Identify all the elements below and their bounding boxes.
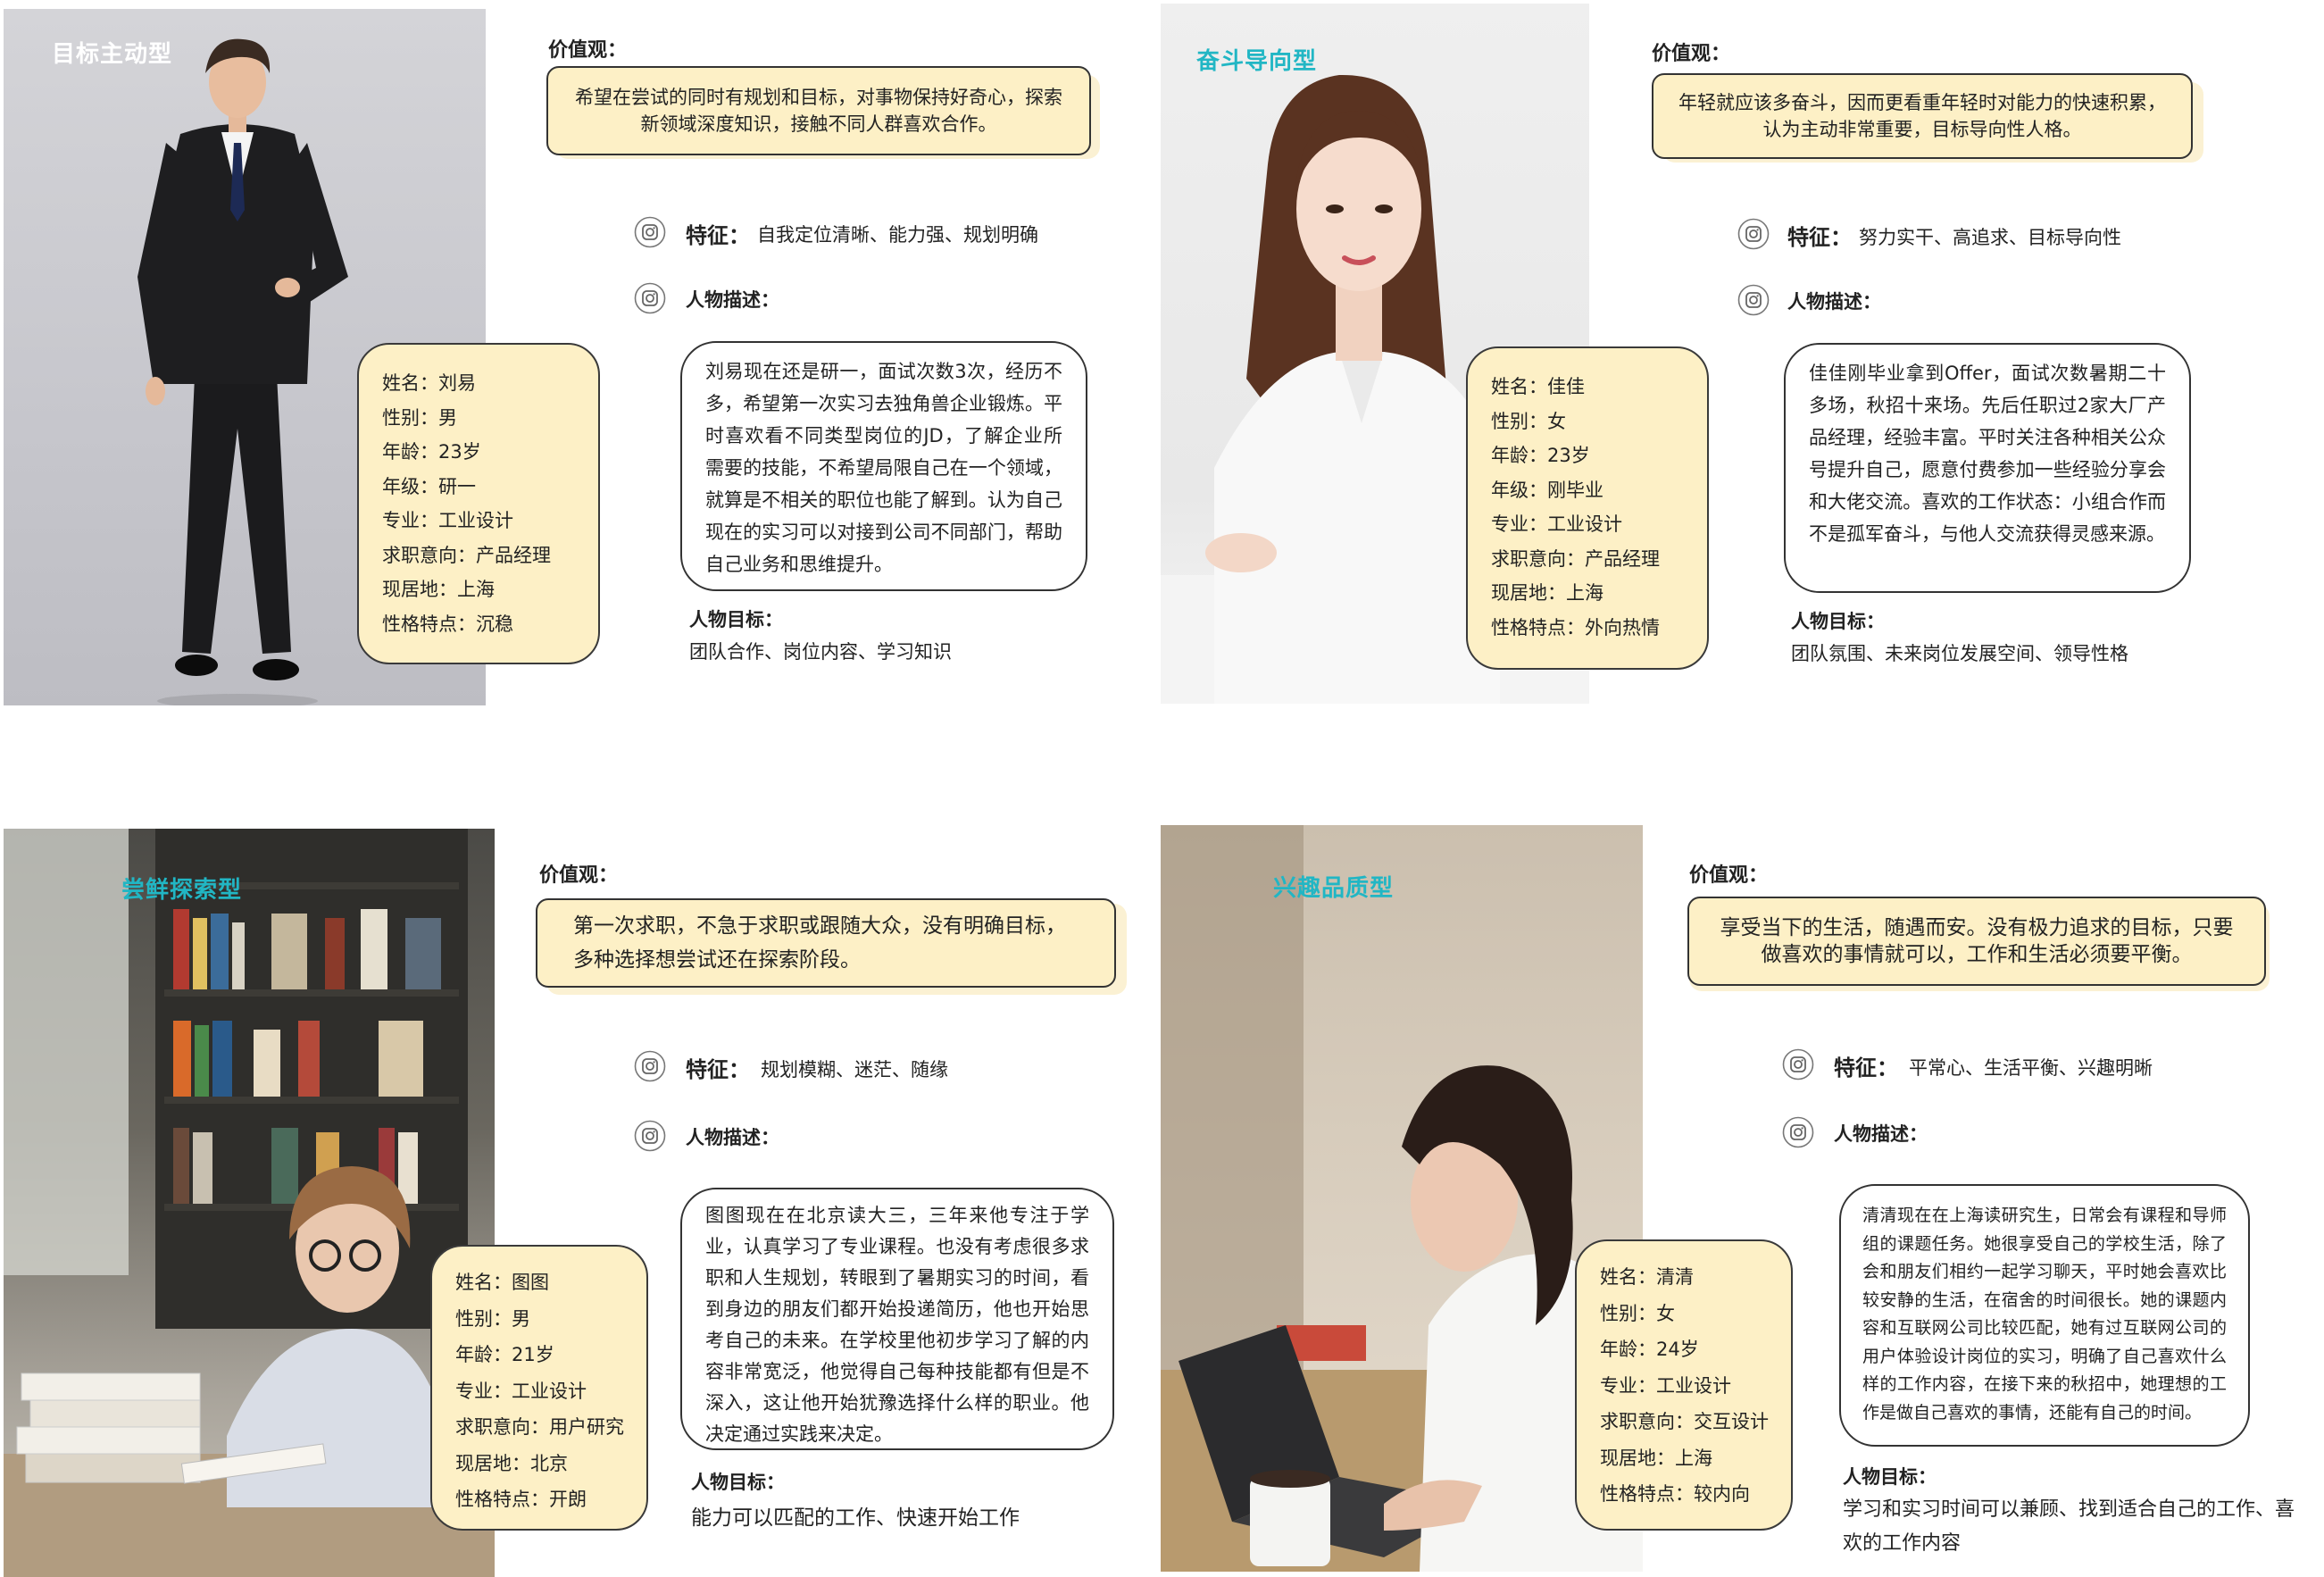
description-box: 刘易现在还是研一，面试次数3次，经历不多，希望第一次实习去独角兽企业锻炼。平时喜…	[680, 341, 1087, 591]
description-title: 人物描述：	[686, 1127, 779, 1148]
values-text: 第一次求职，不急于求职或跟随大众，没有明确目标，多种选择想尝试还在探索阶段。	[573, 914, 1066, 972]
info-line: 求职意向：产品经理	[1491, 547, 1660, 570]
persona-card-2: 奋斗导向型 姓名：佳佳 性别：女 年龄：23岁 年级：刚毕业 专业：工业设计 求…	[1161, 0, 2324, 714]
info-line: 性别：女	[1491, 410, 1566, 432]
values-box: 年轻就应该多奋斗，因而更看重年轻时对能力的快速积累，认为主动非常重要，目标导向性…	[1652, 73, 2193, 159]
info-line: 性格特点：较内向	[1600, 1483, 1750, 1505]
camera-icon	[634, 216, 666, 248]
goal-title: 人物目标：	[1843, 1466, 1937, 1488]
values-text: 希望在尝试的同时有规划和目标，对事物保持好奇心，探索新领域深度知识，接触不同人群…	[575, 87, 1062, 135]
description-box: 清清现在在上海读研究生，日常会有课程和导师组的课题任务。她很享受自己的学校生活，…	[1839, 1184, 2250, 1447]
info-line: 性格特点：开朗	[455, 1489, 587, 1510]
goal-text: 能力可以匹配的工作、快速开始工作	[691, 1506, 1020, 1530]
persona-info-card: 姓名：清清 性别：女 年龄：24岁 专业：工业设计 求职意向：交互设计 现居地：…	[1575, 1239, 1793, 1531]
description-box: 图图现在在北京读大三，三年来他专注于学业，认真学习了专业课程。也没有考虑很多求职…	[680, 1188, 1114, 1450]
goal-title: 人物目标：	[689, 609, 783, 630]
goal-text: 团队合作、岗位内容、学习知识	[689, 641, 952, 663]
info-line: 性别：女	[1600, 1302, 1675, 1324]
info-line: 专业：工业设计	[1491, 513, 1622, 535]
info-line: 姓名：佳佳	[1491, 376, 1585, 397]
info-line: 求职意向：交互设计	[1600, 1411, 1769, 1432]
persona-type-label: 兴趣品质型	[1273, 875, 1395, 902]
info-line: 现居地：上海	[1491, 582, 1603, 604]
persona-type-label: 尝鲜探索型	[121, 877, 243, 904]
feature-text: 自我定位清晰、能力强、规划明确	[757, 224, 1038, 246]
values-text: 年轻就应该多奋斗，因而更看重年轻时对能力的快速积累，认为主动非常重要，目标导向性…	[1678, 92, 2166, 140]
values-box: 第一次求职，不急于求职或跟随大众，没有明确目标，多种选择想尝试还在探索阶段。	[536, 898, 1116, 988]
info-line: 性格特点：外向热情	[1491, 616, 1660, 638]
description-text: 清清现在在上海读研究生，日常会有课程和导师组的课题任务。她很享受自己的学校生活，…	[1862, 1206, 2227, 1423]
persona-photo	[1161, 825, 1643, 1572]
persona-type-label: 目标主动型	[52, 41, 173, 68]
camera-icon	[634, 1120, 666, 1152]
camera-icon	[1737, 218, 1770, 250]
info-line: 年龄：23岁	[1491, 445, 1590, 466]
persona-info-card: 姓名：图图 性别：男 年龄：21岁 专业：工业设计 求职意向：用户研究 现居地：…	[430, 1245, 648, 1531]
info-line: 现居地：上海	[1600, 1447, 1712, 1469]
values-title: 价值观：	[1689, 864, 1769, 887]
description-text: 刘易现在还是研一，面试次数3次，经历不多，希望第一次实习去独角兽企业锻炼。平时喜…	[705, 361, 1062, 575]
description-text: 图图现在在北京读大三，三年来他专注于学业，认真学习了专业课程。也没有考虑很多求职…	[705, 1205, 1089, 1445]
description-title: 人物描述：	[686, 289, 779, 311]
persona-type-label: 奋斗导向型	[1196, 48, 1318, 75]
info-line: 姓名：刘易	[382, 372, 476, 394]
camera-icon	[1782, 1116, 1814, 1148]
student-reading-illustration	[4, 829, 495, 1577]
info-line: 性格特点：沉稳	[382, 613, 513, 635]
feature-title: 特征：	[1834, 1056, 1898, 1081]
values-title: 价值观：	[548, 39, 628, 62]
camera-icon	[634, 282, 666, 314]
info-line: 专业：工业设计	[382, 510, 513, 531]
info-line: 姓名：图图	[455, 1272, 549, 1293]
feature-title: 特征：	[1787, 225, 1852, 250]
info-line: 专业：工业设计	[1600, 1374, 1731, 1397]
description-title: 人物描述：	[1787, 291, 1881, 313]
info-line: 年龄：24岁	[1600, 1339, 1699, 1360]
feature-text: 平常心、生活平衡、兴趣明晰	[1909, 1057, 2153, 1079]
goal-title: 人物目标：	[1791, 611, 1885, 632]
camera-icon	[1782, 1048, 1814, 1081]
feature-title: 特征：	[686, 1057, 750, 1082]
description-text: 佳佳刚毕业拿到Offer，面试次数暑期二十多场，秋招十来场。先后任职过2家大厂产…	[1809, 363, 2166, 545]
info-line: 现居地：北京	[455, 1452, 568, 1474]
feature-title: 特征：	[686, 223, 750, 248]
info-line: 求职意向：产品经理	[382, 544, 551, 566]
info-line: 现居地：上海	[382, 579, 495, 600]
camera-icon	[634, 1050, 666, 1082]
feature-text: 规划模糊、迷茫、随缘	[761, 1059, 948, 1081]
info-line: 年龄：23岁	[382, 441, 481, 463]
persona-info-card: 姓名：刘易 性别：男 年龄：23岁 年级：研一 专业：工业设计 求职意向：产品经…	[357, 343, 600, 664]
description-box: 佳佳刚毕业拿到Offer，面试次数暑期二十多场，秋招十来场。先后任职过2家大厂产…	[1784, 343, 2191, 593]
goal-text: 学习和实习时间可以兼顾、找到适合自己的工作、喜欢的工作内容	[1843, 1498, 2295, 1555]
values-box: 享受当下的生活，随遇而安。没有极力追求的目标，只要做喜欢的事情就可以，工作和生活…	[1687, 897, 2266, 986]
values-title: 价值观：	[1652, 43, 1731, 65]
feature-text: 努力实干、高追求、目标导向性	[1859, 227, 2121, 248]
info-line: 年级：刚毕业	[1491, 479, 1603, 501]
camera-icon	[1737, 284, 1770, 316]
values-box: 希望在尝试的同时有规划和目标，对事物保持好奇心，探索新领域深度知识，接触不同人群…	[546, 66, 1091, 155]
info-line: 求职意向：用户研究	[455, 1416, 624, 1438]
persona-card-4: 兴趣品质型 姓名：清清 性别：女 年龄：24岁 专业：工业设计 求职意向：交互设…	[1161, 822, 2324, 1572]
info-line: 性别：男	[382, 406, 457, 429]
goal-text: 团队氛围、未来岗位发展空间、领导性格	[1791, 643, 2128, 664]
persona-card-1: 目标主动型 姓名：刘易 性别：男 年龄：23岁 年级：研一 专业：工业设计 求职…	[0, 0, 1161, 714]
values-title: 价值观：	[539, 864, 619, 887]
persona-photo	[4, 829, 495, 1577]
description-title: 人物描述：	[1834, 1123, 1928, 1145]
persona-card-3: 尝鲜探索型 姓名：图图 性别：男 年龄：21岁 专业：工业设计 求职意向：用户研…	[0, 822, 1161, 1577]
info-line: 专业：工业设计	[455, 1380, 587, 1402]
info-line: 姓名：清清	[1600, 1266, 1694, 1288]
goal-title: 人物目标：	[691, 1472, 785, 1493]
persona-info-card: 姓名：佳佳 性别：女 年龄：23岁 年级：刚毕业 专业：工业设计 求职意向：产品…	[1466, 346, 1709, 670]
values-text: 享受当下的生活，随遇而安。没有极力追求的目标，只要做喜欢的事情就可以，工作和生活…	[1720, 916, 2234, 966]
info-line: 年级：研一	[382, 475, 476, 497]
info-line: 年龄：21岁	[455, 1344, 554, 1365]
info-line: 性别：男	[455, 1307, 530, 1330]
woman-laptop-illustration	[1161, 825, 1643, 1572]
